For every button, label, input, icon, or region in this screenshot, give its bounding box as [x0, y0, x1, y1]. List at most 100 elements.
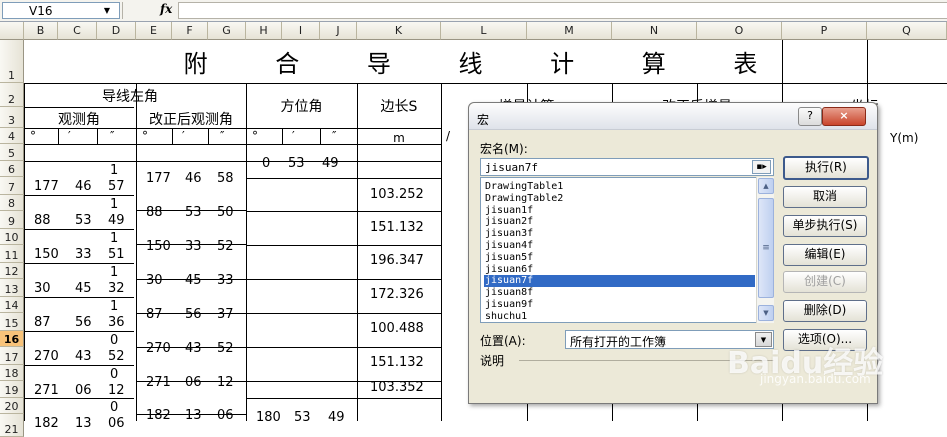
grid-line — [97, 128, 98, 144]
cell-text: 46 — [185, 171, 202, 186]
scroll-thumb[interactable]: ≡ — [758, 198, 774, 298]
macro-list[interactable]: DrawingTable1 DrawingTable2 jisuan1f jisuan… — [480, 177, 774, 323]
cell-text: 51 — [108, 247, 125, 262]
edit-button[interactable]: 编辑(E) — [783, 244, 867, 266]
macro-list-item[interactable]: DrawingTable2 — [484, 193, 755, 205]
cell-text: ″ — [220, 129, 225, 143]
cell-text: 33 — [75, 247, 92, 262]
cell-text: 1 — [110, 231, 119, 246]
macro-list-item[interactable]: jisuan1f — [484, 205, 755, 217]
cell-text: 182 — [34, 416, 59, 431]
grid-line — [246, 313, 357, 314]
grid-line — [320, 128, 321, 144]
cell-text: 52 — [217, 341, 234, 356]
macro-list-item[interactable]: DrawingTable1 — [484, 181, 755, 193]
cell-text: 180 — [256, 410, 281, 425]
macro-name-input[interactable]: jisuan7f — [480, 158, 774, 176]
run-button[interactable]: 执行(R) — [783, 156, 869, 180]
cell-text: 13 — [75, 416, 92, 431]
cancel-button[interactable]: 取消 — [783, 186, 867, 208]
macro-list-item[interactable]: jisuan9f — [484, 299, 755, 311]
cell-text: 58 — [217, 171, 234, 186]
macro-list-item[interactable]: jisuan8f — [484, 287, 755, 299]
title-bottom-border — [24, 83, 947, 84]
cell-text: 56 — [185, 307, 202, 322]
macro-list-item[interactable]: jisuan6f — [484, 264, 755, 276]
macro-list-item[interactable]: jisuan2f — [484, 216, 755, 228]
cell-text: 172.326 — [370, 287, 424, 302]
grid-line — [246, 381, 357, 382]
grid-line — [246, 398, 357, 399]
grid-line — [24, 365, 134, 366]
header-observed: 观测角 — [58, 112, 100, 128]
macro-list-scrollbar[interactable]: ▲ ≡ ▼ — [756, 177, 774, 323]
cell-text: 36 — [108, 315, 125, 330]
grid-line — [357, 398, 441, 399]
grid-line — [136, 83, 137, 421]
grid-line — [357, 178, 441, 179]
delete-button[interactable]: 删除(D) — [783, 300, 867, 322]
header-side: 边长S — [380, 99, 418, 115]
cell-text: 57 — [108, 179, 125, 194]
macro-list-item[interactable]: jisuan5f — [484, 252, 755, 264]
macro-list-item[interactable]: shuchu1 — [484, 311, 755, 322]
cell-text: 06 — [75, 383, 92, 398]
cell-text: 88 — [34, 213, 51, 228]
cell-text: 100.488 — [370, 321, 424, 336]
location-label: 位置(A): — [480, 334, 526, 348]
macro-list-item[interactable]: jisuan3f — [484, 228, 755, 240]
cell-text: 49 — [108, 213, 125, 228]
cell-text: 53 — [75, 213, 92, 228]
cell-text: 43 — [185, 341, 202, 356]
cell-text: 270 — [146, 341, 171, 356]
grid-line — [24, 331, 134, 332]
cell-text: 33 — [217, 273, 234, 288]
macro-list-item[interactable]: jisuan7f — [484, 275, 755, 288]
cell-text: 0 — [110, 367, 119, 382]
header-left-angle: 导线左角 — [102, 89, 158, 105]
macro-list-item[interactable]: jisuan4f — [484, 240, 755, 252]
cell-text: 151.132 — [370, 355, 424, 370]
scroll-down-icon[interactable]: ▼ — [758, 305, 774, 321]
grid-line — [24, 107, 134, 108]
collapse-dialog-icon[interactable]: ▪▸ — [752, 160, 771, 174]
grid-line — [282, 128, 283, 144]
cell-text: 50 — [217, 205, 234, 220]
cell-text: 32 — [108, 281, 125, 296]
cell-text: 30 — [146, 273, 163, 288]
cell-text: 53 — [294, 410, 311, 425]
close-button[interactable]: × — [822, 107, 866, 126]
cell-text: 52 — [217, 239, 234, 254]
grid-line — [24, 195, 134, 196]
cell-text: 52 — [108, 349, 125, 364]
scroll-up-icon[interactable]: ▲ — [758, 178, 774, 194]
grid-line — [246, 245, 357, 246]
macro-name-label: 宏名(M): — [480, 142, 528, 156]
cell-text: 177 — [146, 171, 171, 186]
cell-text: m — [393, 131, 405, 145]
cell-text: 46 — [75, 179, 92, 194]
cell-text: 271 — [146, 375, 171, 390]
cell-text: 37 — [217, 307, 234, 322]
cell-text: ″ — [110, 129, 115, 143]
cell-text: 271 — [34, 383, 59, 398]
cell-text: 33 — [185, 239, 202, 254]
cell-text: 150 — [34, 247, 59, 262]
header-corrected: 改正后观测角 — [149, 112, 233, 128]
formula-separator — [122, 2, 123, 19]
cell-text: 151.132 — [370, 220, 424, 235]
cell-text: ° — [252, 129, 258, 143]
cell-text: 1 — [110, 265, 119, 280]
grid-line — [357, 245, 441, 246]
function-icon[interactable]: fx — [160, 2, 172, 16]
sheet-title: 附 合 导 线 计 算 表 — [183, 50, 788, 78]
chevron-down-icon[interactable]: ▼ — [98, 3, 116, 18]
cell-text: 1 — [110, 299, 119, 314]
help-button[interactable]: ? — [798, 107, 822, 126]
cell-text: 88 — [146, 205, 163, 220]
step-into-button[interactable]: 单步执行(S) — [783, 215, 867, 237]
formula-input[interactable] — [178, 2, 947, 19]
grid-line — [357, 313, 441, 314]
create-button[interactable]: 创建(C) — [783, 271, 867, 293]
grid-line — [357, 347, 441, 348]
